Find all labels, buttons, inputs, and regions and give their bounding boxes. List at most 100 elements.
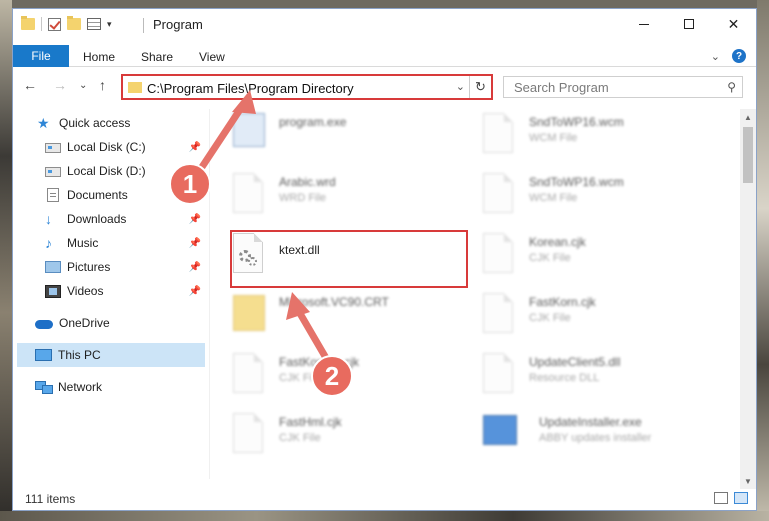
file-item[interactable]: FastKorn.cjk CJK File (463, 285, 703, 341)
file-name: program.exe (279, 115, 347, 129)
file-icon (233, 353, 263, 393)
sidebar-item-music[interactable]: ♪ Music 📌 (13, 231, 205, 255)
window-title: Program (153, 17, 203, 32)
help-icon[interactable]: ? (732, 49, 746, 63)
dll-file-icon (483, 353, 513, 393)
sidebar-item-this-pc[interactable]: This PC (17, 343, 205, 367)
title-bar: ▾ Program ✕ (13, 9, 756, 41)
address-dropdown-icon[interactable]: ⌄ (456, 80, 465, 93)
file-type: CJK File (279, 372, 321, 384)
up-arrow-icon[interactable]: ↑ (99, 77, 106, 93)
computer-icon (35, 349, 52, 361)
desktop-background-bottom (0, 511, 769, 521)
sidebar-item-documents[interactable]: Documents 📌 (13, 183, 205, 207)
back-arrow-icon[interactable]: ← (23, 77, 37, 93)
forward-arrow-icon[interactable]: → (53, 77, 67, 93)
pin-icon: 📌 (188, 189, 201, 201)
search-icon[interactable]: ⚲ (727, 80, 736, 94)
file-name: FastKorean.cjk (279, 355, 360, 369)
customize-toolbar-dropdown-icon[interactable]: ▾ (107, 19, 112, 30)
sidebar-item-videos[interactable]: Videos 📌 (13, 279, 205, 303)
tab-view[interactable]: View (199, 50, 225, 64)
maximize-button[interactable] (666, 9, 711, 39)
application-icon (233, 113, 265, 147)
file-name: UpdateInstaller.exe (539, 415, 642, 429)
scroll-down-icon[interactable]: ▼ (740, 473, 756, 489)
sidebar-item-network[interactable]: Network (13, 375, 205, 399)
sidebar-item-quick-access[interactable]: ★ Quick access (13, 111, 205, 135)
file-item[interactable]: Arabic.wrd WRD File (213, 165, 453, 221)
maximize-icon (683, 19, 694, 29)
drive-icon (45, 167, 61, 177)
scroll-up-icon[interactable]: ▲ (740, 109, 756, 125)
file-item[interactable]: Microsoft.VC90.CRT (213, 285, 453, 341)
sidebar-item-label: Documents (67, 188, 128, 202)
file-name: UpdateClient5.dll (529, 355, 621, 369)
sidebar-item-label: Network (58, 380, 103, 394)
sidebar-item-onedrive[interactable]: OneDrive (13, 311, 205, 335)
drive-icon (45, 143, 61, 153)
pane-divider (209, 109, 210, 479)
file-item[interactable]: UpdateInstaller.exe ABBY updates install… (463, 405, 703, 461)
file-icon (233, 173, 263, 213)
file-item[interactable]: SndToWP16.wcm WCM File (463, 105, 703, 161)
file-item[interactable]: FastHml.cjk CJK File (213, 405, 453, 461)
scroll-thumb[interactable] (743, 127, 753, 183)
document-icon (47, 188, 59, 202)
vertical-scrollbar[interactable]: ▲ ▼ (740, 109, 756, 489)
file-item[interactable]: FastKorean.cjk CJK File (213, 345, 453, 401)
sidebar-item-local-disk-c[interactable]: Local Disk (C:) 📌 (13, 135, 205, 159)
sidebar-item-label: Videos (67, 284, 104, 298)
desktop-background-right (757, 0, 769, 521)
sidebar-item-local-disk-d[interactable]: Local Disk (D:) (13, 159, 205, 183)
folder-icon (233, 295, 265, 331)
refresh-icon[interactable]: ↻ (469, 76, 491, 98)
tab-share[interactable]: Share (141, 50, 173, 64)
toolbar-divider (41, 17, 42, 31)
properties-check-icon[interactable] (48, 17, 61, 31)
sidebar-item-downloads[interactable]: ↓ Downloads 📌 (13, 207, 205, 231)
expand-ribbon-chevron-icon[interactable]: ⌄ (711, 50, 720, 63)
item-count: 111 items (25, 492, 76, 506)
tab-file[interactable]: File (13, 45, 69, 67)
minimize-icon (638, 23, 649, 25)
search-placeholder: Search Program (514, 80, 609, 95)
properties-icon[interactable] (87, 18, 101, 30)
music-icon: ♪ (45, 235, 52, 251)
pin-icon: 📌 (188, 213, 201, 225)
file-name: FastHml.cjk (279, 415, 342, 429)
file-type: WCM File (529, 192, 578, 204)
file-item[interactable]: UpdateClient5.dll Resource DLL (463, 345, 703, 401)
quick-access-toolbar: ▾ (21, 16, 112, 31)
window-controls: ✕ (621, 9, 756, 39)
tab-home[interactable]: Home (83, 50, 115, 64)
address-path[interactable]: C:\Program Files\Program Directory (147, 81, 354, 96)
file-item[interactable]: SndToWP16.wcm WCM File (463, 165, 703, 221)
pin-icon: 📌 (188, 261, 201, 273)
sidebar-item-label: Pictures (67, 260, 111, 274)
ribbon-tabs: File Home Share View ⌄ ? (13, 41, 756, 67)
installer-icon (483, 415, 517, 445)
search-input[interactable]: Search Program ⚲ (503, 76, 743, 98)
close-icon: ✕ (727, 15, 740, 32)
address-bar[interactable]: C:\Program Files\Program Directory ⌄ ↻ (121, 74, 493, 100)
status-bar: 111 items (13, 488, 756, 510)
large-icons-view-icon[interactable] (734, 492, 748, 504)
new-folder-icon[interactable] (67, 16, 81, 30)
pictures-icon (45, 261, 61, 273)
file-icon (483, 173, 513, 213)
details-view-icon[interactable] (714, 492, 728, 504)
title-divider (143, 18, 144, 33)
file-name: SndToWP16.wcm (529, 175, 624, 189)
file-item[interactable]: program.exe (213, 105, 453, 161)
cloud-icon (35, 320, 53, 329)
minimize-button[interactable] (621, 9, 666, 39)
file-highlight-box (230, 230, 468, 288)
file-item[interactable]: Korean.cjk CJK File (463, 225, 703, 281)
sidebar-item-pictures[interactable]: Pictures 📌 (13, 255, 205, 279)
sidebar-item-label: Local Disk (D:) (67, 164, 146, 178)
address-folder-icon (128, 82, 142, 93)
recent-locations-chevron-icon[interactable]: ⌄ (79, 80, 87, 91)
folder-icon[interactable] (21, 16, 35, 30)
close-button[interactable]: ✕ (711, 9, 756, 39)
